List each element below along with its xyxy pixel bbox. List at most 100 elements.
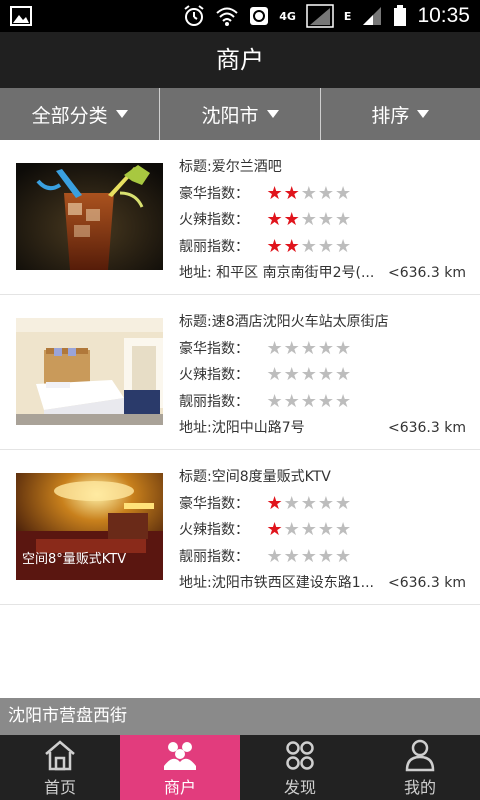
rating-row: 豪华指数： ★★★★★ (179, 181, 466, 208)
merchant-item[interactable]: 标题:速8酒店沈阳火车站太原街店 豪华指数： ★★★★★ 火辣指数： ★★★★★… (0, 295, 480, 450)
ktv-logo-text: 空间8°量贩式KTV (22, 552, 126, 567)
rating-row: 火辣指数： ★★★★★ (179, 517, 466, 544)
filter-sort-label: 排序 (371, 104, 410, 127)
rating-label: 豪华指数： (179, 185, 249, 202)
star-empty-icon: ★ (266, 337, 284, 359)
star-filled-icon: ★ (266, 209, 284, 230)
star-filled-icon: ★ (266, 182, 284, 204)
rating-stars: ★★★★★ (266, 492, 353, 514)
filter-city-label: 沈阳市 (201, 104, 259, 127)
nav-profile[interactable]: 我的 (360, 735, 480, 800)
rating-stars: ★★★★★ (266, 366, 352, 384)
rating-stars: ★★★★★ (266, 211, 352, 229)
star-empty-icon: ★ (300, 390, 318, 412)
star-empty-icon: ★ (335, 390, 353, 412)
signal-icon-2 (363, 7, 382, 25)
rating-row: 靓丽指数： ★★★★★ (179, 389, 466, 416)
star-empty-icon: ★ (300, 492, 318, 514)
star-empty-icon: ★ (283, 545, 301, 567)
rating-label: 靓丽指数： (179, 548, 249, 565)
star-empty-icon: ★ (266, 545, 284, 567)
rating-row: 豪华指数： ★★★★★ (179, 491, 466, 518)
merchant-item[interactable]: 空间8°量贩式KTV 标题:空间8度量贩式KTV 豪华指数： ★★★★★ 火辣指… (0, 450, 480, 605)
merchants-icon (164, 741, 196, 770)
status-bar: 4G E 10:35 (0, 0, 480, 32)
star-empty-icon: ★ (300, 337, 318, 359)
star-empty-icon: ★ (317, 209, 336, 230)
nav-profile-label: 我的 (403, 777, 436, 797)
bar-drink-photo (16, 163, 163, 270)
profile-icon (405, 739, 435, 771)
star-empty-icon: ★ (317, 364, 336, 385)
hotel-room-photo (16, 318, 163, 425)
star-filled-icon: ★ (266, 235, 284, 257)
merchant-address: 地址:沈阳市铁西区建设东路1... (179, 575, 374, 591)
star-filled-icon: ★ (266, 492, 284, 514)
star-empty-icon: ★ (283, 337, 301, 359)
rating-stars: ★★★★★ (266, 235, 352, 257)
rating-label: 靓丽指数： (179, 393, 249, 410)
address-row: 地址:沈阳中山路7号 <636.3 km (179, 415, 466, 442)
star-empty-icon: ★ (335, 519, 353, 540)
merchant-item[interactable]: 标题:爱尔兰酒吧 豪华指数： ★★★★★ 火辣指数： ★★★★★ 靓丽指数： ★… (0, 140, 480, 295)
star-empty-icon: ★ (317, 390, 336, 412)
star-empty-icon: ★ (283, 519, 301, 540)
rating-stars: ★★★★★ (266, 390, 353, 412)
rating-label: 豪华指数： (179, 495, 249, 512)
filter-city-dropdown[interactable]: 沈阳市 (160, 88, 321, 140)
rating-label: 靓丽指数： (179, 238, 249, 255)
star-empty-icon: ★ (335, 182, 353, 204)
globe-icon (250, 7, 269, 25)
merchant-distance: <636.3 km (387, 265, 466, 281)
rating-label: 豪华指数： (179, 340, 249, 357)
carrier-mark: E (343, 9, 352, 23)
network-type: 4G (279, 9, 296, 23)
home-icon (45, 739, 75, 770)
filter-sort-dropdown[interactable]: 排序 (321, 88, 480, 140)
rating-stars: ★★★★★ (266, 182, 353, 204)
star-empty-icon: ★ (335, 209, 353, 230)
star-empty-icon: ★ (317, 235, 336, 257)
merchant-title: 标题:速8酒店沈阳火车站太原街店 (179, 314, 389, 330)
wifi-icon (216, 7, 238, 26)
star-empty-icon: ★ (317, 492, 336, 514)
rating-label: 火辣指数： (179, 367, 249, 383)
star-empty-icon: ★ (317, 545, 336, 567)
alarm-icon (184, 5, 204, 26)
merchant-list: 标题:爱尔兰酒吧 豪华指数： ★★★★★ 火辣指数： ★★★★★ 靓丽指数： ★… (0, 140, 480, 605)
ktv-hall-photo: 空间8°量贩式KTV (16, 473, 163, 580)
nav-merchants[interactable]: 商户 (120, 735, 240, 800)
chevron-down-icon (115, 110, 128, 118)
rating-label: 火辣指数： (179, 212, 249, 228)
star-empty-icon: ★ (283, 492, 301, 514)
gallery-icon (10, 6, 32, 26)
star-empty-icon: ★ (300, 182, 318, 204)
star-filled-icon: ★ (283, 235, 301, 257)
star-empty-icon: ★ (317, 182, 336, 204)
star-filled-icon: ★ (266, 519, 284, 540)
star-empty-icon: ★ (335, 492, 353, 514)
merchant-address: 地址: 和平区 南京南街甲2号(... (179, 265, 375, 281)
star-empty-icon: ★ (300, 364, 318, 385)
signal-icon (306, 4, 334, 28)
nav-discover[interactable]: 发现 (240, 735, 360, 800)
discover-icon (286, 740, 314, 770)
nav-home-label: 首页 (43, 777, 76, 797)
merchant-address: 地址:沈阳中山路7号 (179, 420, 305, 436)
nav-discover-label: 发现 (283, 777, 316, 797)
rating-row: 火辣指数： ★★★★★ (179, 207, 466, 234)
star-filled-icon: ★ (283, 209, 301, 230)
rating-stars: ★★★★★ (266, 521, 352, 539)
chevron-down-icon (417, 110, 430, 118)
nav-home[interactable]: 首页 (0, 735, 120, 800)
filter-bar: 全部分类 沈阳市 排序 (0, 88, 480, 140)
filter-category-dropdown[interactable]: 全部分类 (0, 88, 161, 140)
star-empty-icon: ★ (266, 390, 284, 412)
battery-icon (394, 5, 407, 26)
clock: 10:35 (417, 4, 470, 27)
rating-label: 火辣指数： (179, 522, 249, 538)
nav-merchants-label: 商户 (163, 777, 196, 797)
current-location: 沈阳市营盘西街 (0, 698, 480, 735)
star-empty-icon: ★ (266, 364, 284, 385)
rating-row: 靓丽指数： ★★★★★ (179, 234, 466, 261)
